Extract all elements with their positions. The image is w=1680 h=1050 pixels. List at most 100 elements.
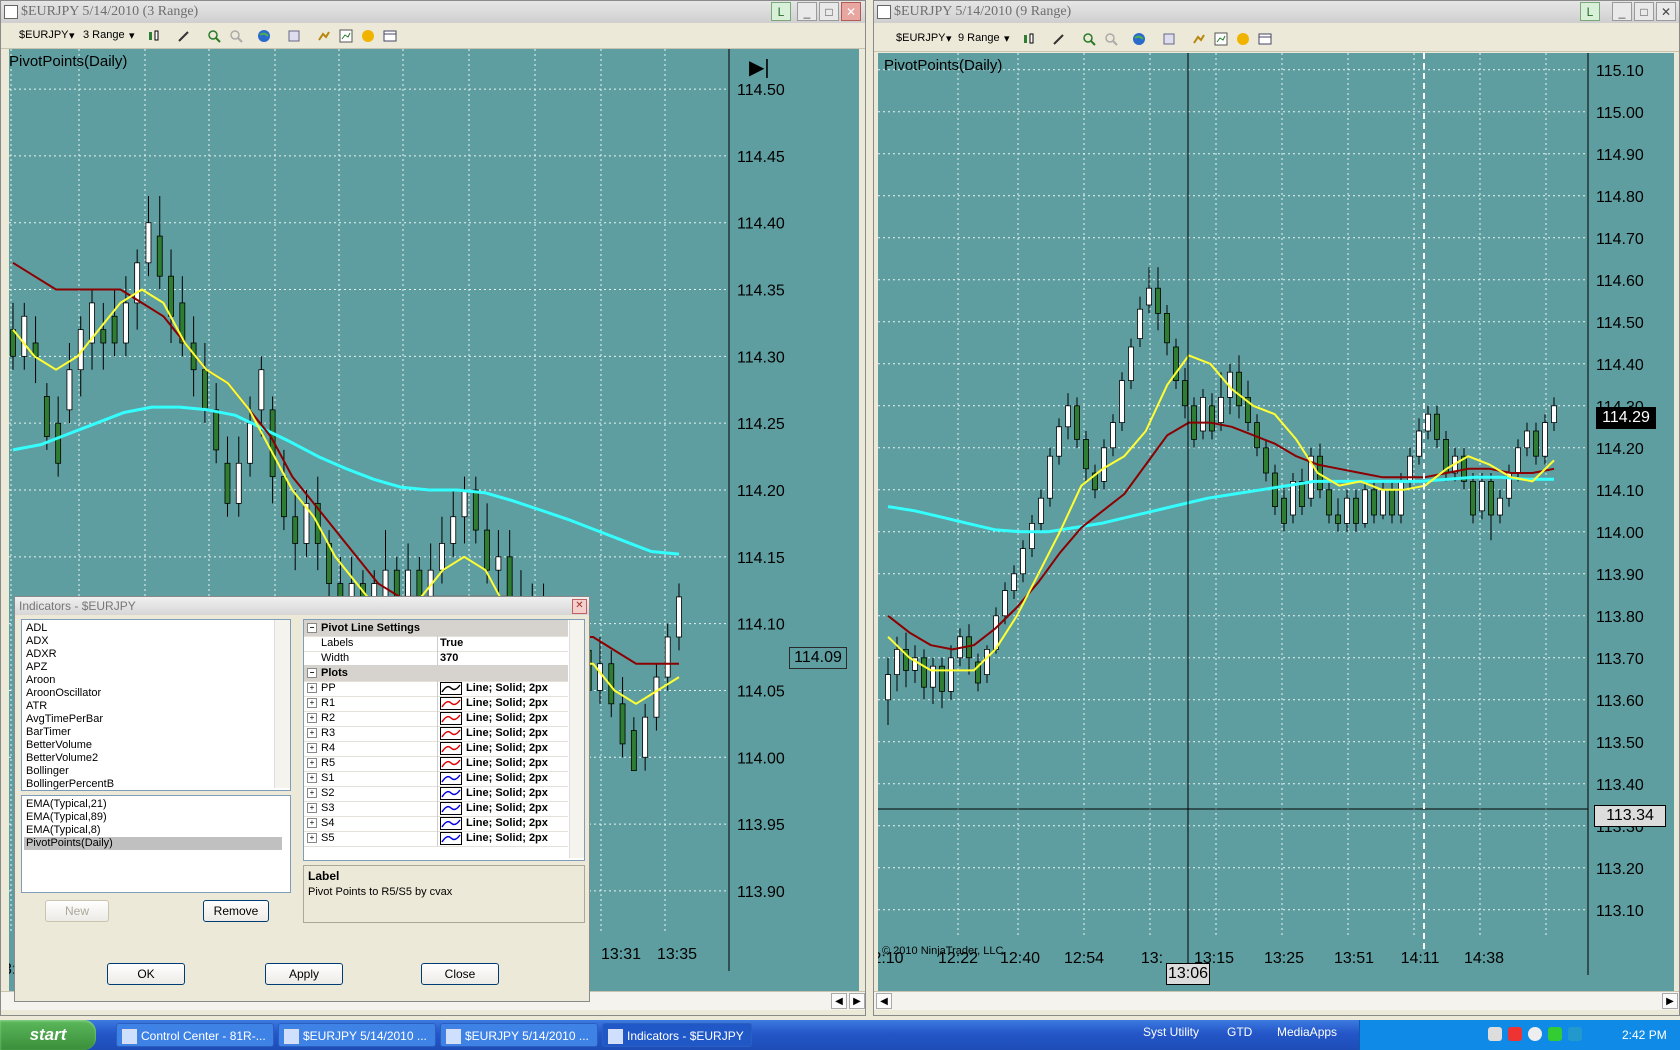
zoom-out-icon[interactable] [1104, 32, 1118, 46]
bar-type-selector[interactable]: 3 Range [83, 29, 125, 41]
down-candle [1263, 447, 1269, 474]
applied-indicator-item[interactable]: EMA(Typical,21) [26, 798, 282, 811]
scroll-left-arrow[interactable]: ◀ [831, 993, 847, 1009]
tray-icon-5[interactable] [1568, 1027, 1582, 1041]
start-button[interactable]: start [0, 1020, 96, 1050]
taskbar-item-control-center[interactable]: Control Center - 81R-... [116, 1023, 274, 1047]
chart-trader-icon[interactable] [383, 29, 397, 43]
available-indicator-item[interactable]: BetterVolume [26, 739, 92, 752]
indicators-icon[interactable] [317, 29, 331, 43]
right-window-titlebar[interactable]: $EURJPY 5/14/2010 (9 Range) L _ □ ✕ [874, 1, 1679, 23]
left-window-titlebar[interactable]: $EURJPY 5/14/2010 (3 Range) L _ □ ✕ [1, 1, 865, 23]
chevron-down-icon[interactable]: ▾ [129, 29, 135, 42]
quick-launch-mediaapps[interactable]: MediaApps [1277, 1025, 1337, 1039]
price-tick-label: 114.35 [737, 283, 785, 300]
tray-icon-2[interactable] [1508, 1027, 1522, 1041]
right-price-chart[interactable]: 115.10 115.00 114.90 114.80 114.70 114.60 114.… [878, 53, 1674, 991]
jump-to-latest-icon[interactable]: ▶| [749, 55, 770, 80]
link-button[interactable]: L [771, 2, 791, 21]
chevron-down-icon[interactable]: ▾ [69, 29, 75, 42]
indicator-properties-grid[interactable]: − Pivot Line Settings Labels True Width 370− P… [303, 619, 585, 861]
chevron-down-icon[interactable]: ▾ [946, 32, 952, 45]
strategy-icon[interactable] [1214, 32, 1228, 46]
tray-clock[interactable]: 2:42 PM [1622, 1028, 1667, 1042]
available-indicator-item[interactable]: AroonOscillator [26, 687, 101, 700]
instrument-selector[interactable]: $EURJPY [896, 32, 946, 44]
chart-trader-icon[interactable] [1258, 32, 1272, 46]
scroll-right-arrow[interactable]: ▶ [849, 993, 865, 1009]
close-button[interactable]: Close [421, 963, 499, 985]
scroll-left-arrow[interactable]: ◀ [876, 993, 892, 1009]
available-indicator-item[interactable]: AvgTimePerBar [26, 713, 103, 726]
indicators-icon[interactable] [1192, 32, 1206, 46]
bar-type-selector[interactable]: 9 Range [958, 32, 1000, 44]
available-indicators-list[interactable]: ADL ADX ADXR APZ Aroon AroonOscillator ATR AvgT… [21, 619, 291, 791]
available-indicator-item[interactable]: BollingerPercentB [26, 778, 114, 790]
properties-icon[interactable] [1162, 32, 1176, 46]
plot-name: R4 [321, 742, 336, 754]
data-box-icon[interactable] [1236, 32, 1250, 46]
available-indicator-item[interactable]: ADX [26, 635, 49, 648]
chevron-down-icon[interactable]: ▾ [1004, 32, 1010, 45]
available-indicator-item[interactable]: ADL [26, 622, 47, 635]
apply-button[interactable]: Apply [265, 963, 343, 985]
maximize-button[interactable]: □ [819, 2, 839, 21]
strategy-icon[interactable] [339, 29, 353, 43]
expand-icon: + [307, 833, 317, 843]
draw-tool-icon[interactable] [1052, 32, 1066, 46]
chart-style-icon[interactable] [1022, 32, 1036, 46]
right-chart-canvas[interactable]: 115.10 115.00 114.90 114.80 114.70 114.60 114.… [878, 53, 1674, 991]
tray-icon-1[interactable] [1488, 1027, 1502, 1041]
property-row-plot[interactable]: + S5 Line; Solid; 2px [304, 830, 568, 847]
available-indicator-item[interactable]: BetterVolume2 [26, 752, 98, 765]
zoom-in-icon[interactable] [1082, 32, 1096, 46]
available-indicator-item[interactable]: Aroon [26, 674, 55, 687]
properties-icon[interactable] [287, 29, 301, 43]
grid-scrollbar[interactable] [569, 620, 584, 858]
taskbar-item-eurjpy-1[interactable]: $EURJPY 5/14/2010 ... [278, 1023, 436, 1047]
scroll-right-arrow[interactable]: ▶ [1662, 993, 1678, 1009]
applied-indicator-item[interactable]: EMA(Typical,89) [26, 811, 282, 824]
draw-tool-icon[interactable] [177, 29, 191, 43]
chart-icon [284, 1029, 299, 1044]
price-tick-label: 113.95 [737, 817, 785, 834]
indicators-dialog-titlebar[interactable]: Indicators - $EURJPY ✕ [15, 597, 589, 615]
new-button[interactable]: New [45, 900, 109, 922]
taskbar-item-eurjpy-2[interactable]: $EURJPY 5/14/2010 ... [440, 1023, 598, 1047]
remove-button[interactable]: Remove [203, 900, 269, 922]
list-scrollbar[interactable] [274, 620, 290, 788]
globe-icon[interactable] [257, 29, 271, 43]
maximize-button[interactable]: □ [1634, 2, 1654, 21]
quick-launch-gtd[interactable]: GTD [1227, 1025, 1252, 1039]
available-indicator-item[interactable]: ATR [26, 700, 47, 713]
right-horizontal-scrollbar[interactable]: ◀ ▶ [874, 991, 1679, 1010]
available-indicator-item[interactable]: Bollinger [26, 765, 69, 778]
available-indicator-item[interactable]: ADXR [26, 648, 57, 661]
globe-icon[interactable] [1132, 32, 1146, 46]
tray-icon-4[interactable] [1548, 1027, 1562, 1041]
taskbar-item-indicators[interactable]: Indicators - $EURJPY [602, 1023, 752, 1047]
column-divider [437, 830, 438, 846]
close-button[interactable]: ✕ [841, 2, 861, 21]
price-tick-label: 114.10 [737, 617, 785, 634]
data-box-icon[interactable] [361, 29, 375, 43]
tray-icon-3[interactable] [1528, 1027, 1542, 1041]
quick-launch-syst-utility[interactable]: Syst Utility [1143, 1025, 1199, 1039]
expand-icon: + [307, 818, 317, 828]
instrument-selector[interactable]: $EURJPY [19, 29, 69, 41]
applied-indicator-item[interactable]: PivotPoints(Daily) [24, 837, 282, 850]
minimize-button[interactable]: _ [797, 2, 817, 21]
applied-indicator-item[interactable]: EMA(Typical,8) [26, 824, 282, 837]
minimize-button[interactable]: _ [1612, 2, 1632, 21]
chart-style-icon[interactable] [147, 29, 161, 43]
close-button[interactable]: ✕ [1656, 2, 1676, 21]
ok-button[interactable]: OK [107, 963, 185, 985]
available-indicator-item[interactable]: BarTimer [26, 726, 71, 739]
close-icon[interactable]: ✕ [572, 599, 587, 614]
applied-indicators-list[interactable]: EMA(Typical,21) EMA(Typical,89) EMA(Typica… [21, 795, 291, 893]
zoom-in-icon[interactable] [207, 29, 221, 43]
available-indicator-item[interactable]: APZ [26, 661, 47, 674]
price-tick-label: 114.70 [1596, 231, 1644, 248]
link-button[interactable]: L [1580, 2, 1600, 21]
zoom-out-icon[interactable] [229, 29, 243, 43]
